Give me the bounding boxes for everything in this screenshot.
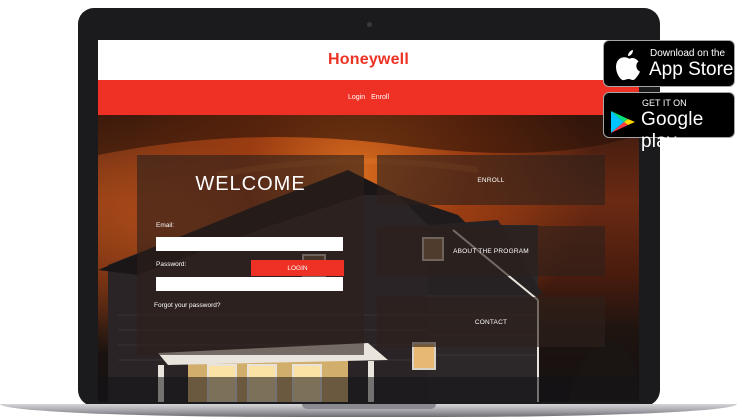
password-field[interactable] <box>156 277 343 291</box>
nav-login-link[interactable]: Login <box>348 94 365 101</box>
about-program-label: ABOUT THE PROGRAM <box>453 247 529 255</box>
nav-enroll-link[interactable]: Enroll <box>371 94 389 101</box>
login-panel: WELCOME Email: Password: Forgot your pas… <box>137 155 364 355</box>
email-field[interactable] <box>156 237 343 251</box>
app-store-big-text: App Store <box>649 59 734 80</box>
hero-background: WELCOME Email: Password: Forgot your pas… <box>98 115 639 402</box>
enroll-label: ENROLL <box>477 176 505 184</box>
app-store-small-text: Download on the <box>650 48 726 59</box>
google-play-big-text: Google play <box>641 109 704 152</box>
contact-panel[interactable]: CONTACT <box>377 297 605 347</box>
camera-dot <box>367 22 372 27</box>
about-program-panel[interactable]: ABOUT THE PROGRAM <box>377 226 605 276</box>
welcome-title: WELCOME <box>195 173 306 195</box>
top-nav: Login Enroll <box>98 80 639 115</box>
footer-bar <box>98 377 639 402</box>
google-play-badge[interactable]: GET IT ON Google play <box>603 92 735 152</box>
site-header: Honeywell <box>98 40 639 80</box>
login-button[interactable]: LOGIN <box>251 260 344 276</box>
brand-logo[interactable]: Honeywell <box>328 51 409 69</box>
contact-label: CONTACT <box>474 318 508 326</box>
laptop-notch <box>302 404 436 409</box>
google-play-icon <box>611 111 635 133</box>
google-play-small-text: GET IT ON <box>642 98 687 108</box>
app-store-badge[interactable]: Download on the App Store <box>603 40 735 87</box>
email-label: Email: <box>156 222 175 229</box>
apple-icon <box>616 50 640 81</box>
password-label: Password: <box>156 261 187 268</box>
enroll-panel[interactable]: ENROLL <box>377 155 605 205</box>
forgot-password-link[interactable]: Forgot your password? <box>154 302 220 309</box>
laptop-screen: Honeywell Login Enroll WELCOME Email: Pa… <box>98 40 639 402</box>
